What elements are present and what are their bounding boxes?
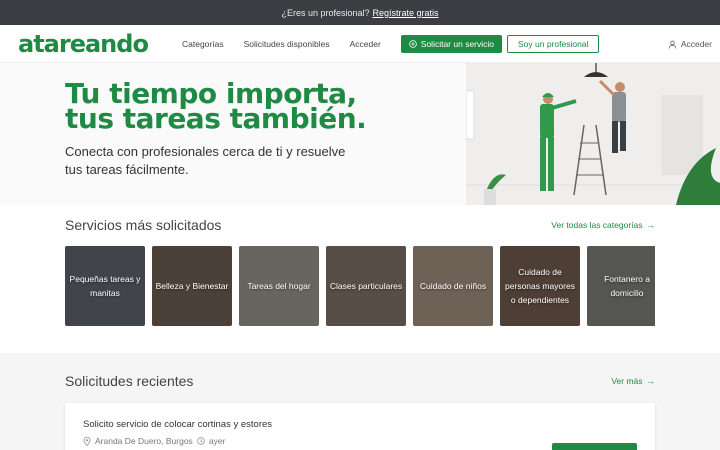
services-section: Servicios más solicitados Ver todas las … — [0, 205, 720, 353]
category-label: Clases particulares — [329, 281, 403, 291]
category-label: Belleza y Bienestar — [155, 281, 229, 291]
main-navbar: atareando Categorías Solicitudes disponi… — [0, 25, 720, 63]
hero-section: Tu tiempo importa, tus tareas también. C… — [0, 63, 720, 205]
all-categories-label: Ver todas las categorías — [551, 220, 643, 230]
category-list: Pequeñas tareas y manitas Belleza y Bien… — [65, 246, 655, 326]
recent-requests-section: Solicitudes recientes Ver más → Solicito… — [0, 353, 720, 450]
category-label: Pequeñas tareas y manitas — [69, 274, 141, 298]
request-card[interactable]: Solicito servicio de colocar cortinas y … — [65, 403, 655, 450]
category-card[interactable]: Clases particulares — [326, 246, 406, 326]
request-time: ayer — [208, 436, 226, 446]
hero-illustration — [466, 63, 720, 205]
arrow-right-icon: → — [646, 376, 656, 386]
login-label: Acceder — [680, 39, 712, 49]
category-label: Tareas del hogar — [247, 281, 311, 291]
category-label: Cuidado de personas mayores o dependient… — [505, 267, 575, 305]
hero-subtitle: Conecta con profesionales cerca de ti y … — [65, 143, 466, 179]
see-more-link[interactable]: Ver más → — [611, 376, 655, 386]
request-location: Aranda De Duero, Burgos — [95, 436, 193, 446]
user-icon — [668, 40, 677, 49]
category-card[interactable]: Fontanero a domicilio — [587, 246, 655, 326]
all-categories-link[interactable]: Ver todas las categorías → — [551, 220, 655, 230]
category-card[interactable]: Tareas del hogar — [239, 246, 319, 326]
category-label: Fontanero a domicilio — [604, 274, 650, 298]
hero-title-line2: tus tareas también. — [65, 102, 367, 135]
location-pin-icon — [83, 436, 91, 446]
logo[interactable]: atareando — [18, 30, 182, 58]
register-link[interactable]: Regístrate gratis — [373, 8, 439, 18]
request-title: Solicito servicio de colocar cortinas y … — [83, 419, 273, 430]
professional-button[interactable]: Soy un profesional — [507, 34, 600, 53]
hero-title: Tu tiempo importa, tus tareas también. — [65, 80, 466, 135]
nav-link-login[interactable]: Acceder — [350, 39, 381, 49]
category-card[interactable]: Cuidado de personas mayores o dependient… — [500, 246, 580, 326]
category-card[interactable]: Cuidado de niños — [413, 246, 493, 326]
arrow-right-icon: → — [646, 220, 656, 230]
top-announcement-bar: ¿Eres un profesional? Regístrate gratis — [0, 0, 720, 25]
request-service-button[interactable]: Solicitar un servicio — [400, 34, 503, 53]
pro-question: ¿Eres un profesional? — [281, 7, 370, 18]
category-card[interactable]: Pequeñas tareas y manitas — [65, 246, 145, 326]
login-link[interactable]: Acceder — [668, 25, 712, 63]
see-more-label: Ver más — [611, 376, 643, 386]
request-action-button[interactable] — [552, 443, 637, 450]
services-title: Servicios más solicitados — [65, 217, 222, 233]
category-card[interactable]: Belleza y Bienestar — [152, 246, 232, 326]
plus-circle-icon — [409, 39, 417, 48]
hero-subtitle-line1: Conecta con profesionales cerca de ti y … — [65, 144, 346, 159]
category-label: Cuidado de niños — [419, 281, 487, 291]
nav-link-requests[interactable]: Solicitudes disponibles — [244, 39, 330, 49]
clock-icon — [197, 437, 205, 445]
request-service-label: Solicitar un servicio — [420, 38, 495, 49]
nav-link-categories[interactable]: Categorías — [182, 39, 224, 49]
nav-links: Categorías Solicitudes disponibles Acced… — [182, 34, 600, 53]
hero-subtitle-line2: tus tareas fácilmente. — [65, 162, 189, 177]
recent-title: Solicitudes recientes — [65, 373, 194, 389]
